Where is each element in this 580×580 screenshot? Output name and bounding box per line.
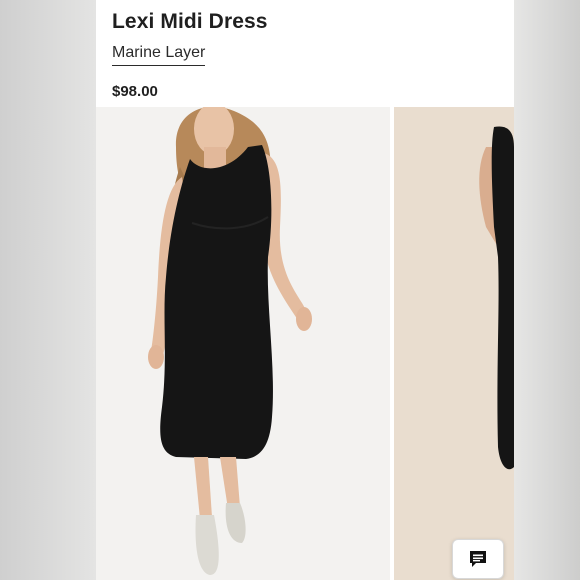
right-backdrop [514, 0, 580, 580]
product-image-secondary[interactable] [394, 107, 514, 580]
product-title: Lexi Midi Dress [112, 10, 268, 33]
product-price: $98.00 [112, 83, 158, 100]
chat-button[interactable] [452, 539, 504, 579]
model-front-illustration [96, 107, 390, 580]
brand-link[interactable]: Marine Layer [112, 44, 206, 66]
model-back-illustration [394, 107, 514, 580]
left-backdrop [0, 0, 96, 580]
product-image-main[interactable] [96, 107, 390, 580]
product-page: Lexi Midi Dress Marine Layer $98.00 [96, 0, 514, 580]
chat-bubble-icon [470, 551, 486, 567]
